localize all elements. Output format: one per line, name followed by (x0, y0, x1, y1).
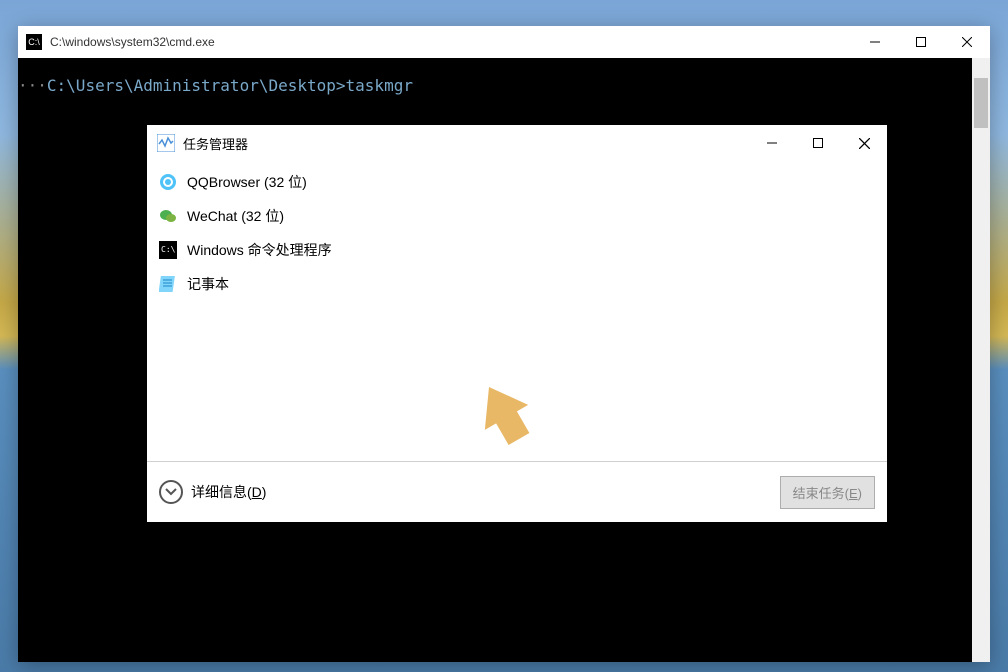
task-manager-window: 任务管理器 QQBrowser (32 位) WeChat (32 位) (147, 125, 887, 522)
tm-close-button[interactable] (841, 127, 887, 159)
notepad-icon (159, 275, 177, 293)
svg-text:C:\: C:\ (161, 245, 176, 254)
close-button[interactable] (944, 26, 990, 58)
cmd-scrollthumb[interactable] (974, 78, 988, 128)
cmd-window-title: C:\windows\system32\cmd.exe (50, 35, 852, 49)
minimize-button[interactable] (852, 26, 898, 58)
cmd-command: taskmgr (346, 76, 413, 95)
details-label: 详细信息(D) (191, 482, 266, 502)
process-name: 记事本 (187, 274, 229, 294)
cmd-icon: C:\ (159, 241, 177, 259)
more-details-button[interactable]: 详细信息(D) (159, 480, 266, 504)
process-list: QQBrowser (32 位) WeChat (32 位) C:\ Windo… (147, 161, 887, 462)
task-manager-title: 任务管理器 (183, 134, 749, 153)
list-item[interactable]: QQBrowser (32 位) (153, 165, 881, 199)
cmd-app-icon: C:\ (26, 34, 42, 50)
end-task-button[interactable]: 结束任务(E) (780, 476, 875, 509)
cmd-prompt: C:\Users\Administrator\Desktop> (47, 76, 346, 95)
process-name: Windows 命令处理程序 (187, 240, 332, 260)
list-item[interactable]: WeChat (32 位) (153, 199, 881, 233)
cmd-scrollbar[interactable] (972, 58, 990, 662)
chevron-down-icon (159, 480, 183, 504)
maximize-button[interactable] (898, 26, 944, 58)
cmd-prompt-prefix: ··· (18, 76, 47, 95)
list-item[interactable]: 记事本 (153, 267, 881, 301)
task-manager-titlebar[interactable]: 任务管理器 (147, 125, 887, 161)
tm-maximize-button[interactable] (795, 127, 841, 159)
tm-minimize-button[interactable] (749, 127, 795, 159)
list-item[interactable]: C:\ Windows 命令处理程序 (153, 233, 881, 267)
process-name: QQBrowser (32 位) (187, 172, 307, 192)
wechat-icon (159, 207, 177, 225)
task-manager-icon (157, 134, 175, 152)
task-manager-footer: 详细信息(D) 结束任务(E) (147, 462, 887, 522)
qqbrowser-icon (159, 173, 177, 191)
process-name: WeChat (32 位) (187, 206, 284, 226)
cmd-titlebar[interactable]: C:\ C:\windows\system32\cmd.exe (18, 26, 990, 58)
